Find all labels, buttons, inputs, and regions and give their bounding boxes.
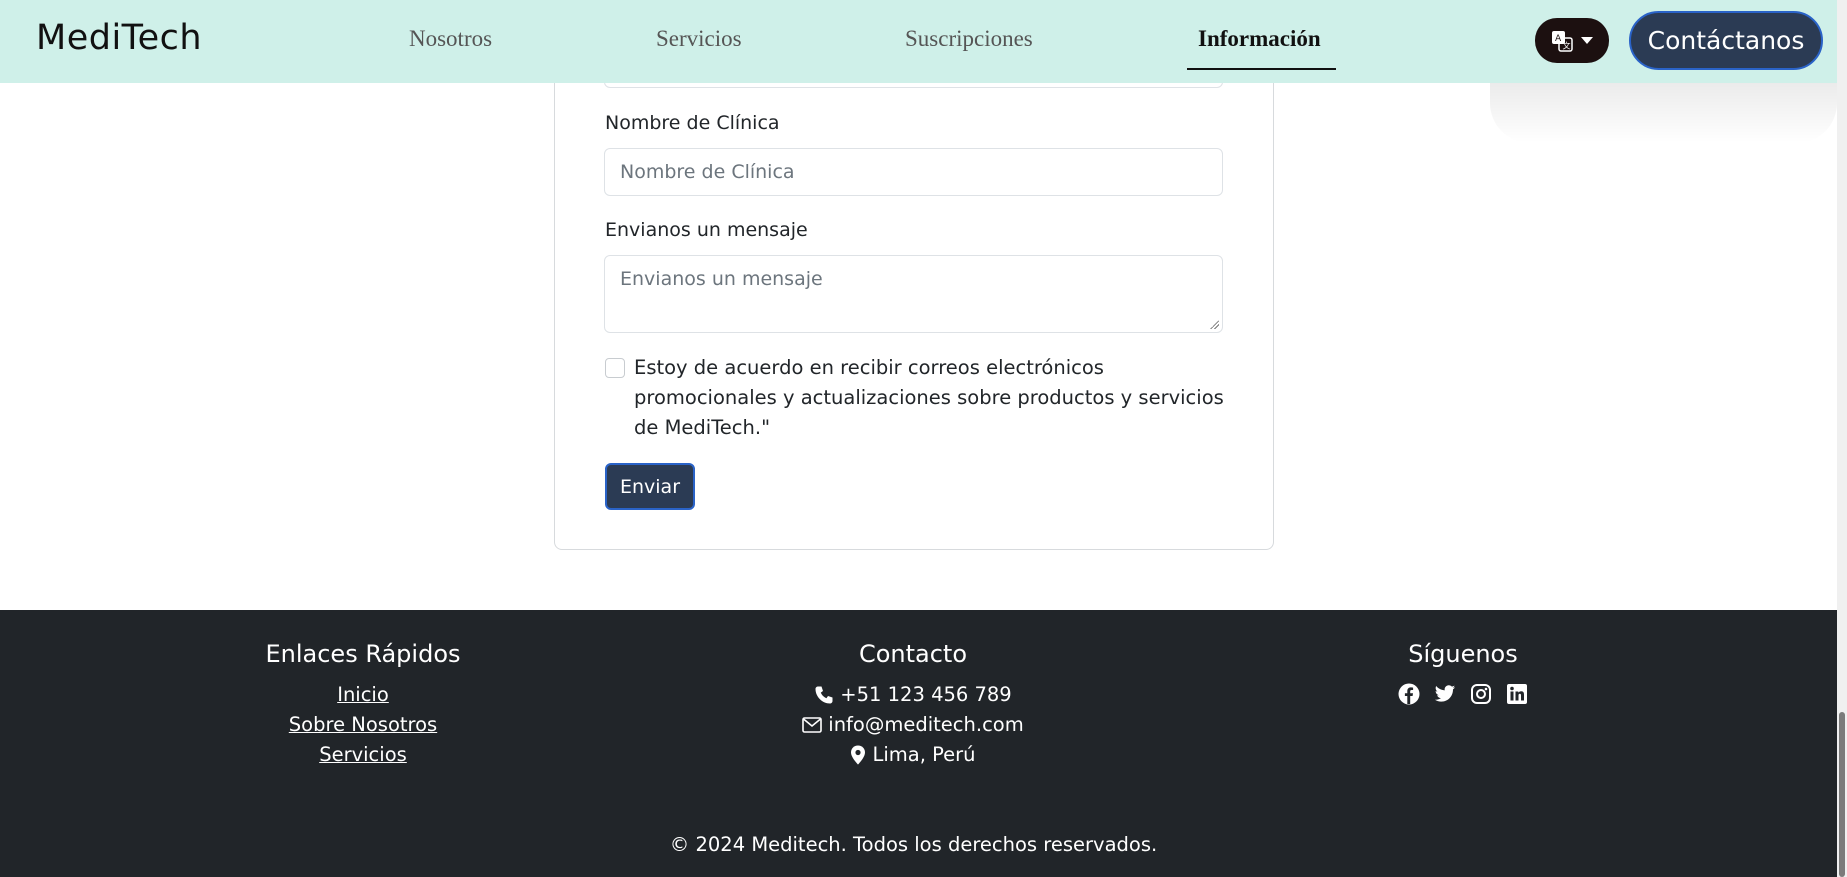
footer: Enlaces Rápidos Inicio Sobre Nosotros Se… <box>0 610 1837 877</box>
navbar: MediTech Nosotros Servicios Suscripcione… <box>0 0 1837 83</box>
twitter-icon[interactable] <box>1434 683 1456 705</box>
footer-link-sobre-nosotros[interactable]: Sobre Nosotros <box>289 713 437 736</box>
footer-link-inicio[interactable]: Inicio <box>337 683 389 706</box>
nav-link-nosotros[interactable]: Nosotros <box>409 26 492 52</box>
facebook-icon[interactable] <box>1398 683 1420 705</box>
submit-button[interactable]: Enviar <box>605 463 695 510</box>
clinic-name-label: Nombre de Clínica <box>605 112 780 134</box>
message-placeholder: Envianos un mensaje <box>620 268 823 290</box>
location-pin-icon <box>851 745 866 764</box>
phone-icon <box>815 686 833 703</box>
consent-text: Estoy de acuerdo en recibir correos elec… <box>634 356 1224 439</box>
quick-links-title: Enlaces Rápidos <box>265 640 461 668</box>
svg-text:A: A <box>1555 34 1562 44</box>
social-title: Síguenos <box>1408 640 1518 668</box>
brand-logo[interactable]: MediTech <box>36 18 202 58</box>
consent-checkbox[interactable] <box>605 358 625 378</box>
contact-button[interactable]: Contáctanos <box>1629 11 1823 70</box>
message-textarea[interactable]: Envianos un mensaje <box>604 255 1223 333</box>
message-label: Envianos un mensaje <box>605 219 808 241</box>
active-nav-indicator <box>1187 68 1336 70</box>
contact-email: info@meditech.com <box>828 713 1024 736</box>
linkedin-icon[interactable] <box>1506 683 1528 705</box>
scrollbar-thumb[interactable] <box>1839 712 1845 877</box>
svg-text:文: 文 <box>1563 40 1571 50</box>
instagram-icon[interactable] <box>1470 683 1492 705</box>
nav-link-suscripciones[interactable]: Suscripciones <box>905 26 1033 52</box>
nav-link-informacion[interactable]: Información <box>1198 26 1321 52</box>
translate-icon: A 文 <box>1552 30 1573 52</box>
nav-link-servicios[interactable]: Servicios <box>656 26 742 52</box>
resize-handle-icon[interactable] <box>1210 320 1219 329</box>
nav-shadow <box>1490 83 1837 143</box>
envelope-icon <box>802 716 823 733</box>
clinic-name-input[interactable]: Nombre de Clínica <box>604 148 1223 196</box>
copyright-text: © 2024 Meditech. Todos los derechos rese… <box>669 833 1158 856</box>
contact-phone: +51 123 456 789 <box>840 683 1012 706</box>
footer-link-servicios[interactable]: Servicios <box>319 743 407 766</box>
contact-title: Contacto <box>858 640 968 668</box>
contact-location: Lima, Perú <box>872 743 976 766</box>
chevron-down-icon <box>1581 37 1593 44</box>
language-dropdown-button[interactable]: A 文 <box>1535 18 1609 63</box>
